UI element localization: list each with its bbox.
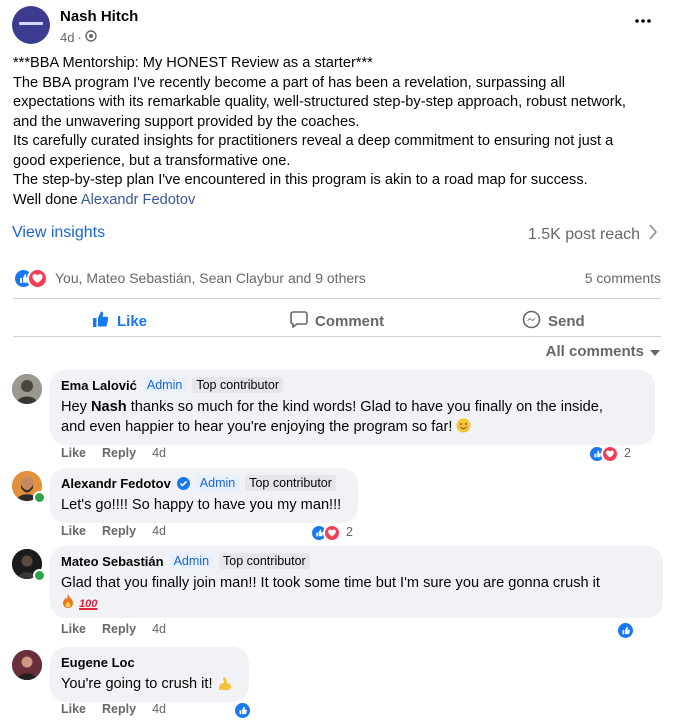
love-reaction-icon bbox=[27, 268, 48, 289]
post-body: ***BBA Mentorship: My HONEST Review as a… bbox=[13, 55, 626, 208]
top-contributor-badge: Top contributor bbox=[219, 553, 310, 569]
divider bbox=[13, 298, 661, 299]
smiling-face-icon bbox=[456, 418, 471, 435]
commenter-avatar[interactable] bbox=[12, 650, 42, 680]
top-contributor-badge: Top contributor bbox=[192, 377, 283, 393]
comment-text: Glad that you finally join man!! It took… bbox=[61, 575, 600, 611]
reaction-summary[interactable]: You, Mateo Sebastián, Sean Claybur and 9… bbox=[13, 268, 661, 290]
comment-age[interactable]: 4d bbox=[152, 446, 166, 460]
comment-filter-dropdown[interactable]: All comments bbox=[546, 343, 660, 360]
top-contributor-badge: Top contributor bbox=[245, 475, 336, 491]
comment-reply-button[interactable]: Reply bbox=[102, 524, 136, 538]
comment-reply-button[interactable]: Reply bbox=[102, 446, 136, 460]
comment-bubble: Ema Lalović Admin Top contributor Hey Na… bbox=[50, 370, 655, 445]
comment-like-button[interactable]: Like bbox=[61, 702, 86, 716]
comment-like-button[interactable]: Like bbox=[61, 524, 86, 538]
online-status-indicator bbox=[33, 569, 46, 582]
reactors-text: You, Mateo Sebastián, Sean Claybur and 9… bbox=[55, 270, 366, 286]
comment-bubble: Alexandr Fedotov Admin Top contributor L… bbox=[50, 468, 358, 523]
comment-age[interactable]: 4d bbox=[152, 524, 166, 538]
admin-badge: Admin bbox=[142, 377, 187, 393]
comment-age[interactable]: 4d bbox=[152, 702, 166, 716]
post-meta: 4d · bbox=[60, 30, 97, 45]
view-insights-link[interactable]: View insights bbox=[12, 224, 105, 242]
hundred-points-icon: 100 bbox=[79, 598, 98, 610]
fire-icon bbox=[61, 594, 75, 611]
chevron-right-icon bbox=[648, 224, 658, 245]
messenger-icon bbox=[522, 310, 541, 333]
mention-link[interactable]: Alexandr Fedotov bbox=[81, 192, 195, 208]
commenter-name[interactable]: Eugene Loc bbox=[61, 655, 135, 670]
comment-age[interactable]: 4d bbox=[152, 622, 166, 636]
commenter-name[interactable]: Mateo Sebastián bbox=[61, 554, 164, 569]
commenter-name[interactable]: Alexandr Fedotov bbox=[61, 476, 171, 491]
verified-badge-icon bbox=[176, 476, 190, 490]
author-avatar[interactable] bbox=[12, 6, 50, 44]
love-reaction-icon bbox=[323, 524, 341, 542]
comment-reply-button[interactable]: Reply bbox=[102, 702, 136, 716]
comment-bubble: Eugene Loc You're going to crush it! bbox=[50, 647, 249, 702]
comment-actions: Like Reply 4d bbox=[61, 446, 166, 460]
post-reach[interactable]: 1.5K post reach bbox=[528, 224, 658, 245]
like-reaction-icon bbox=[233, 701, 252, 720]
comment-icon bbox=[290, 310, 308, 332]
thumbs-up-icon bbox=[92, 310, 110, 332]
comment-reply-button[interactable]: Reply bbox=[102, 622, 136, 636]
admin-badge: Admin bbox=[169, 553, 214, 569]
globe-icon bbox=[85, 30, 97, 45]
comment-bubble: Mateo Sebastián Admin Top contributor Gl… bbox=[50, 546, 663, 618]
comment-text: You're going to crush it! bbox=[61, 674, 237, 694]
commenter-avatar[interactable] bbox=[12, 374, 42, 404]
commenter-name[interactable]: Ema Lalović bbox=[61, 378, 137, 393]
caret-down-icon bbox=[650, 343, 660, 360]
comment-actions: Like Reply 4d bbox=[61, 524, 166, 538]
flexed-biceps-icon bbox=[217, 676, 233, 692]
comment-like-button[interactable]: Like bbox=[61, 622, 86, 636]
love-reaction-icon bbox=[601, 445, 619, 463]
post-author[interactable]: Nash Hitch bbox=[60, 8, 138, 25]
reaction-count: 2 bbox=[624, 446, 631, 460]
comment-actions: Like Reply 4d bbox=[61, 702, 166, 716]
reaction-count: 2 bbox=[346, 525, 353, 539]
send-button[interactable]: Send bbox=[522, 310, 585, 333]
comment-actions: Like Reply 4d bbox=[61, 622, 166, 636]
post-age[interactable]: 4d bbox=[60, 30, 74, 45]
comment-text: Let's go!!!! So happy to have you my man… bbox=[61, 497, 342, 513]
like-button[interactable]: Like bbox=[92, 310, 147, 332]
like-reaction-icon bbox=[616, 621, 635, 640]
comment-like-button[interactable]: Like bbox=[61, 446, 86, 460]
comments-count[interactable]: 5 comments bbox=[585, 270, 661, 286]
comment-text: Hey Nash thanks so much for the kind wor… bbox=[61, 399, 603, 435]
comment-button[interactable]: Comment bbox=[290, 310, 384, 332]
online-status-indicator bbox=[33, 491, 46, 504]
admin-badge: Admin bbox=[195, 475, 240, 491]
more-options-icon[interactable] bbox=[634, 8, 652, 29]
divider bbox=[13, 336, 661, 337]
